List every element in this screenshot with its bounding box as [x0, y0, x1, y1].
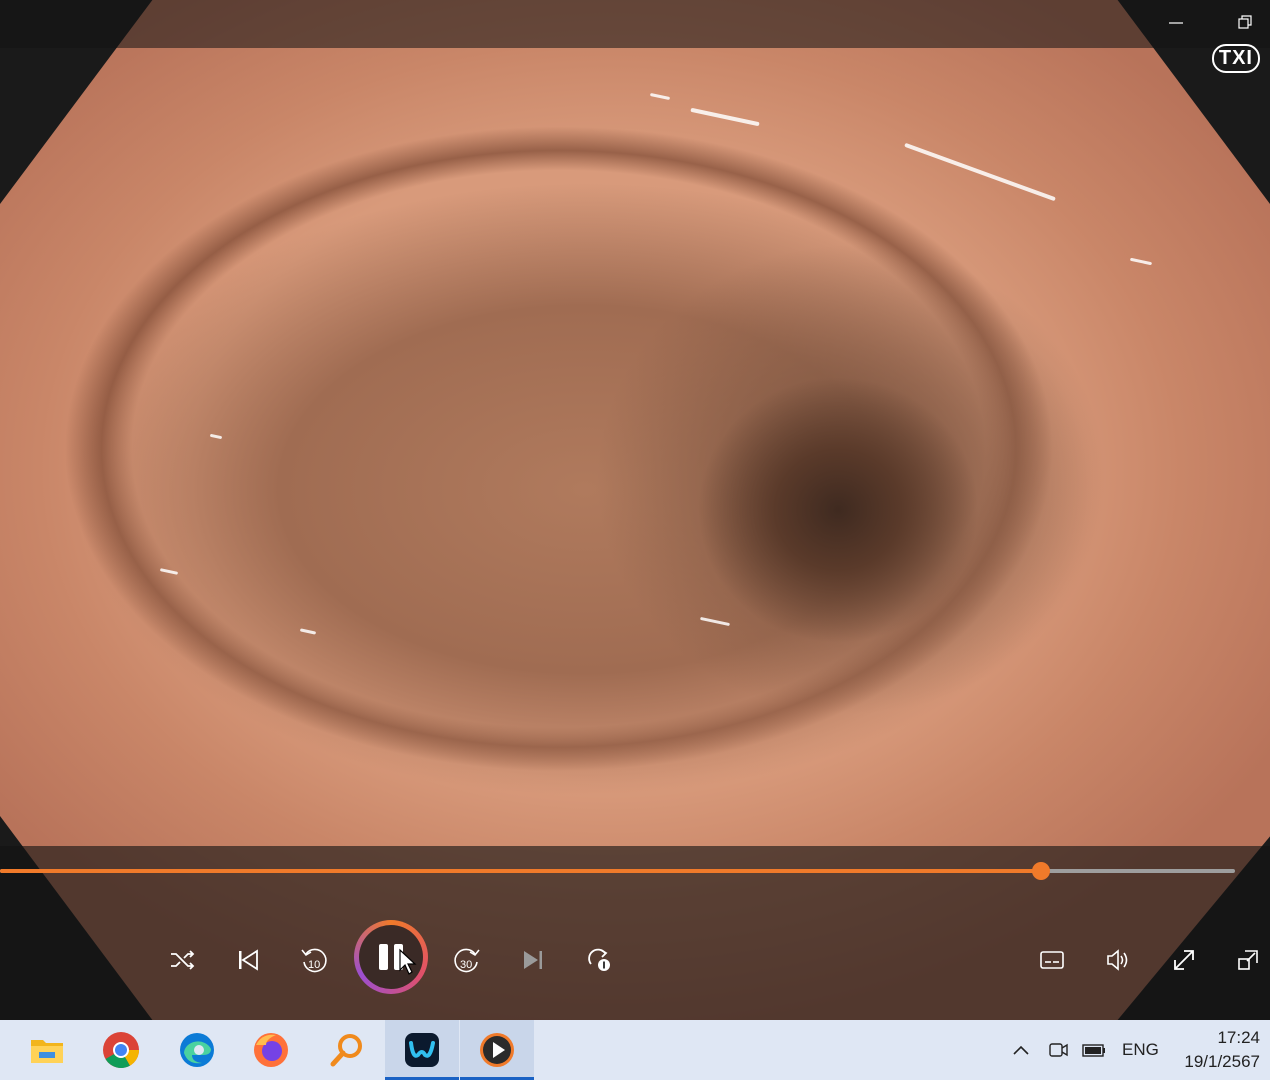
search-tool-icon [330, 1034, 362, 1067]
firefox-icon [254, 1033, 288, 1067]
volume-icon [1107, 949, 1128, 971]
language-indicator[interactable]: ENG [1122, 1020, 1159, 1080]
title-bar [0, 0, 1270, 48]
taskbar-media-player[interactable] [460, 1020, 534, 1080]
playback-controls: 10 30 [0, 846, 1270, 1020]
rewind-10-icon: 10 [301, 948, 327, 973]
minimize-icon[interactable] [1161, 10, 1191, 38]
file-explorer-icon [31, 1040, 63, 1063]
captions-icon [1040, 951, 1064, 969]
rewind-label: 10 [308, 959, 320, 971]
taskbar-webex[interactable] [385, 1020, 459, 1080]
taskbar-file-explorer[interactable] [10, 1020, 84, 1080]
captions-button[interactable] [1030, 938, 1074, 982]
miniplayer-button[interactable] [1226, 938, 1270, 982]
forward-label: 30 [460, 959, 472, 971]
skip-previous-icon [239, 949, 258, 971]
fullscreen-button[interactable] [1162, 938, 1206, 982]
rewind-10-button[interactable]: 10 [292, 938, 336, 982]
repeat-button[interactable] [577, 938, 621, 982]
miniplayer-icon [1238, 950, 1258, 970]
seek-bar[interactable] [0, 862, 1235, 880]
taskbar-firefox[interactable] [234, 1020, 308, 1080]
forward-30-button[interactable]: 30 [445, 938, 489, 982]
battery-button[interactable] [1080, 1020, 1108, 1080]
webex-icon [405, 1033, 439, 1067]
fullscreen-icon [1174, 950, 1194, 970]
txi-watermark: TXI [1211, 44, 1260, 73]
chevron-up-icon [1013, 1045, 1029, 1055]
mouse-cursor-icon [399, 948, 417, 975]
restore-icon[interactable] [1230, 10, 1260, 38]
battery-icon [1082, 1044, 1105, 1057]
volume-button[interactable] [1096, 938, 1140, 982]
seek-progress [0, 869, 1042, 873]
taskbar-search-tool[interactable] [310, 1020, 384, 1080]
clock-date: 19/1/2567 [1184, 1052, 1260, 1071]
skip-next-icon [524, 951, 542, 969]
taskbar-edge[interactable] [160, 1020, 234, 1080]
forward-30-icon: 30 [454, 948, 480, 973]
clock-time: 17:24 [1217, 1028, 1260, 1047]
shuffle-icon [171, 950, 195, 970]
shuffle-button[interactable] [160, 938, 204, 982]
media-player-icon [480, 1033, 514, 1067]
chrome-icon [103, 1032, 139, 1068]
clock[interactable]: 17:24 19/1/2567 [1184, 1026, 1260, 1074]
taskbar: ENG 17:24 19/1/2567 [0, 1020, 1270, 1080]
edge-icon [180, 1033, 214, 1067]
repeat-one-icon [588, 948, 610, 971]
meet-now-button[interactable] [1046, 1020, 1070, 1080]
previous-button[interactable] [226, 938, 270, 982]
next-button[interactable] [511, 938, 555, 982]
camera-icon [1049, 1043, 1068, 1057]
seek-thumb[interactable] [1032, 862, 1051, 880]
media-player-window: TXI 10 30 [0, 0, 1270, 1020]
taskbar-chrome[interactable] [84, 1020, 158, 1080]
show-hidden-icons-button[interactable] [1010, 1020, 1032, 1080]
